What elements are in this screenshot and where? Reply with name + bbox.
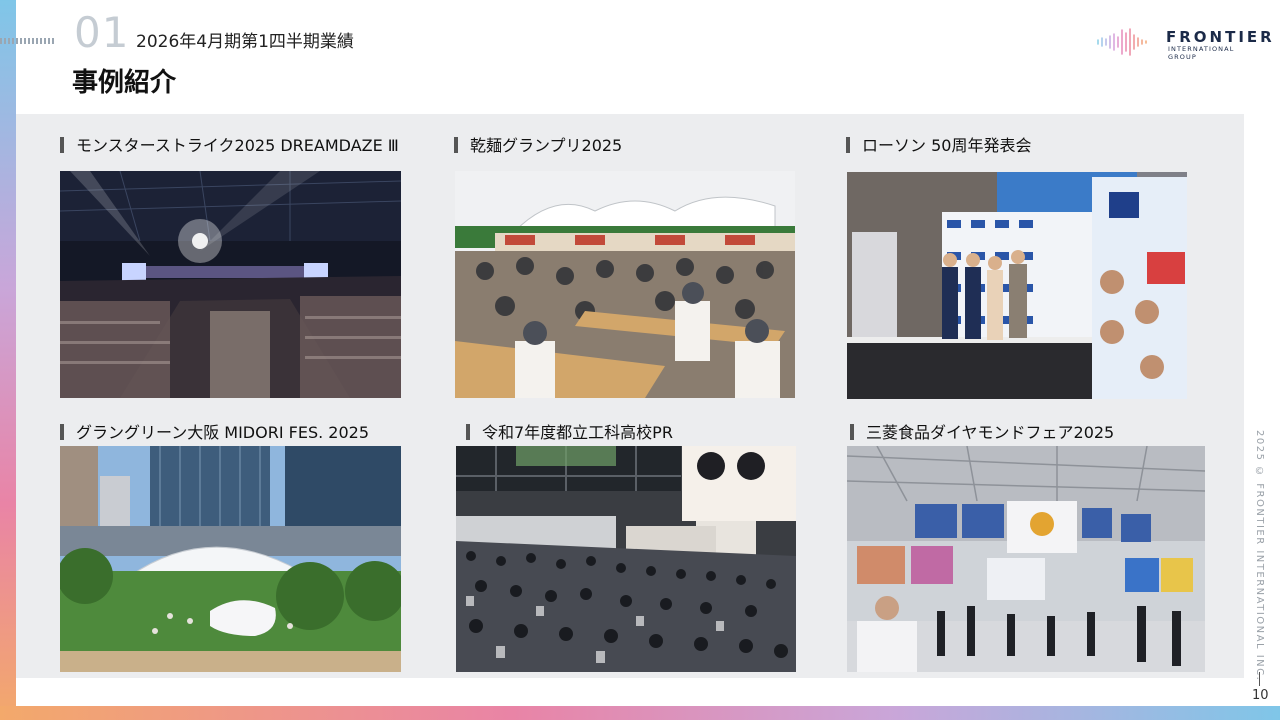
left-gradient-frame: [0, 0, 16, 720]
page-number: 10: [1252, 688, 1269, 703]
logo-wordmark: FRONTIER: [1166, 28, 1275, 46]
logo-subtext: INTERNATIONAL GROUP: [1168, 45, 1235, 61]
case-caption-4: グラングリーン大阪 MIDORI FES. 2025: [60, 419, 369, 443]
divider: [1259, 672, 1260, 686]
press-conference-photo: [847, 172, 1187, 399]
section-number: 01: [74, 8, 130, 57]
case-caption-5: 令和7年度都立工科高校PR: [466, 419, 673, 443]
food-festival-photo: [455, 171, 795, 398]
bottom-gradient-frame: [0, 706, 1280, 720]
decorative-dots: [0, 38, 54, 44]
case-caption-6: 三菱食品ダイヤモンドフェア2025: [850, 419, 1114, 443]
slide-title: 事例紹介: [72, 68, 177, 98]
case-caption-2: 乾麺グランプリ2025: [454, 132, 622, 156]
case-caption-1: モンスターストライク2025 DREAMDAZE Ⅲ: [60, 132, 399, 156]
urban-park-photo: [60, 446, 401, 672]
copyright-text: 2025 © FRONTIER INTERNATIONAL INC.: [1254, 430, 1265, 682]
sound-wave-logo-icon: [1097, 28, 1147, 56]
case-caption-3: ローソン 50周年発表会: [846, 132, 1031, 156]
trade-show-photo: [847, 446, 1205, 672]
company-logo: FRONTIER INTERNATIONAL GROUP: [1094, 26, 1272, 61]
slide-subtitle: 2026年4月期第1四半期業績: [136, 32, 354, 52]
arena-concert-photo: [60, 171, 401, 398]
indoor-crowd-photo: [456, 446, 796, 672]
